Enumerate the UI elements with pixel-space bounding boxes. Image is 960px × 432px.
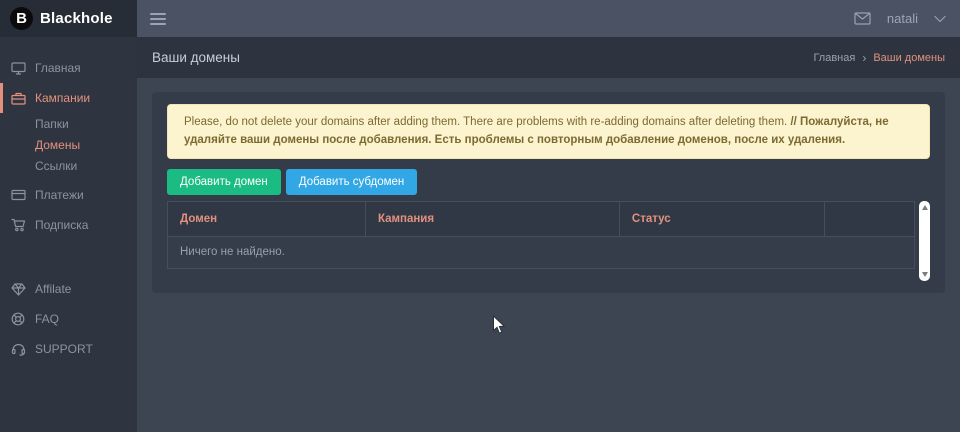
- sidebar-item-links[interactable]: Ссылки: [0, 155, 137, 176]
- sidebar-item-label: Домены: [35, 138, 80, 152]
- topbar: B Blackhole natali: [0, 0, 960, 37]
- sidebar-item-label: FAQ: [35, 312, 59, 326]
- column-header-status[interactable]: Статус: [619, 201, 824, 236]
- ring-icon: [10, 312, 26, 326]
- domains-table: Домен Кампания Статус Ничего не найдено.: [167, 201, 915, 269]
- sidebar-item-folders[interactable]: Папки: [0, 113, 137, 134]
- domains-panel: Please, do not delete your domains after…: [152, 92, 945, 293]
- domains-table-wrap: Домен Кампания Статус Ничего не найдено.: [167, 201, 930, 281]
- sidebar-item-label: Affilate: [35, 282, 71, 296]
- table-empty-message: Ничего не найдено.: [168, 236, 915, 268]
- brand-name: Blackhole: [40, 10, 113, 27]
- sidebar-item-label: Папки: [35, 117, 69, 131]
- breadcrumb-current: Ваши домены: [873, 52, 945, 64]
- headset-icon: [10, 342, 26, 356]
- sidebar-item-payments[interactable]: Платежи: [0, 180, 137, 210]
- briefcase-icon: [10, 92, 26, 105]
- scroll-down-icon[interactable]: [922, 272, 928, 277]
- monitor-icon: [10, 62, 26, 75]
- add-domain-button[interactable]: Добавить домен: [167, 169, 281, 195]
- menu-toggle-button[interactable]: [146, 9, 170, 29]
- brand-logo[interactable]: B Blackhole: [0, 0, 137, 37]
- column-header-domain[interactable]: Домен: [168, 201, 366, 236]
- sidebar-item-domains[interactable]: Домены: [0, 134, 137, 155]
- warning-alert: Please, do not delete your domains after…: [167, 104, 930, 159]
- column-header-actions: [825, 201, 915, 236]
- add-subdomain-button[interactable]: Добавить субдомен: [286, 169, 417, 195]
- chevron-down-icon[interactable]: [934, 15, 946, 23]
- sidebar: Главная Кампании Папки Домены Ссылки Пла…: [0, 37, 137, 432]
- breadcrumb-separator-icon: ›: [862, 51, 866, 65]
- action-buttons: Добавить домен Добавить субдомен: [167, 169, 930, 195]
- cart-icon: [10, 218, 26, 232]
- topbar-right: natali: [854, 11, 960, 26]
- sidebar-item-faq[interactable]: FAQ: [0, 304, 137, 334]
- scroll-up-icon[interactable]: [922, 205, 928, 210]
- breadcrumb: Главная › Ваши домены: [813, 51, 945, 65]
- table-row: Ничего не найдено.: [168, 236, 915, 268]
- sidebar-item-label: Подписка: [35, 218, 88, 232]
- brand-logo-icon: B: [10, 7, 33, 30]
- sidebar-item-label: SUPPORT: [35, 342, 93, 356]
- page-header: Ваши домены Главная › Ваши домены: [137, 37, 960, 78]
- mail-icon[interactable]: [854, 12, 871, 25]
- breadcrumb-home[interactable]: Главная: [813, 52, 855, 64]
- sidebar-item-support[interactable]: SUPPORT: [0, 334, 137, 364]
- sidebar-item-affiliate[interactable]: Affilate: [0, 274, 137, 304]
- sidebar-item-label: Ссылки: [35, 159, 77, 173]
- brand-logo-letter: B: [16, 10, 27, 27]
- page-title: Ваши домены: [152, 50, 240, 65]
- content-area: Please, do not delete your domains after…: [137, 78, 960, 432]
- credit-card-icon: [10, 189, 26, 201]
- sidebar-item-label: Платежи: [35, 188, 84, 202]
- gem-icon: [10, 283, 26, 296]
- sidebar-item-subscription[interactable]: Подписка: [0, 210, 137, 240]
- sidebar-item-home[interactable]: Главная: [0, 53, 137, 83]
- sidebar-item-label: Главная: [35, 61, 81, 75]
- alert-text-en: Please, do not delete your domains after…: [184, 116, 787, 128]
- sidebar-item-campaigns[interactable]: Кампании: [0, 83, 137, 113]
- user-menu[interactable]: natali: [887, 11, 918, 26]
- column-header-campaign[interactable]: Кампания: [365, 201, 619, 236]
- table-scrollbar[interactable]: [919, 201, 930, 281]
- sidebar-item-label: Кампании: [35, 91, 90, 105]
